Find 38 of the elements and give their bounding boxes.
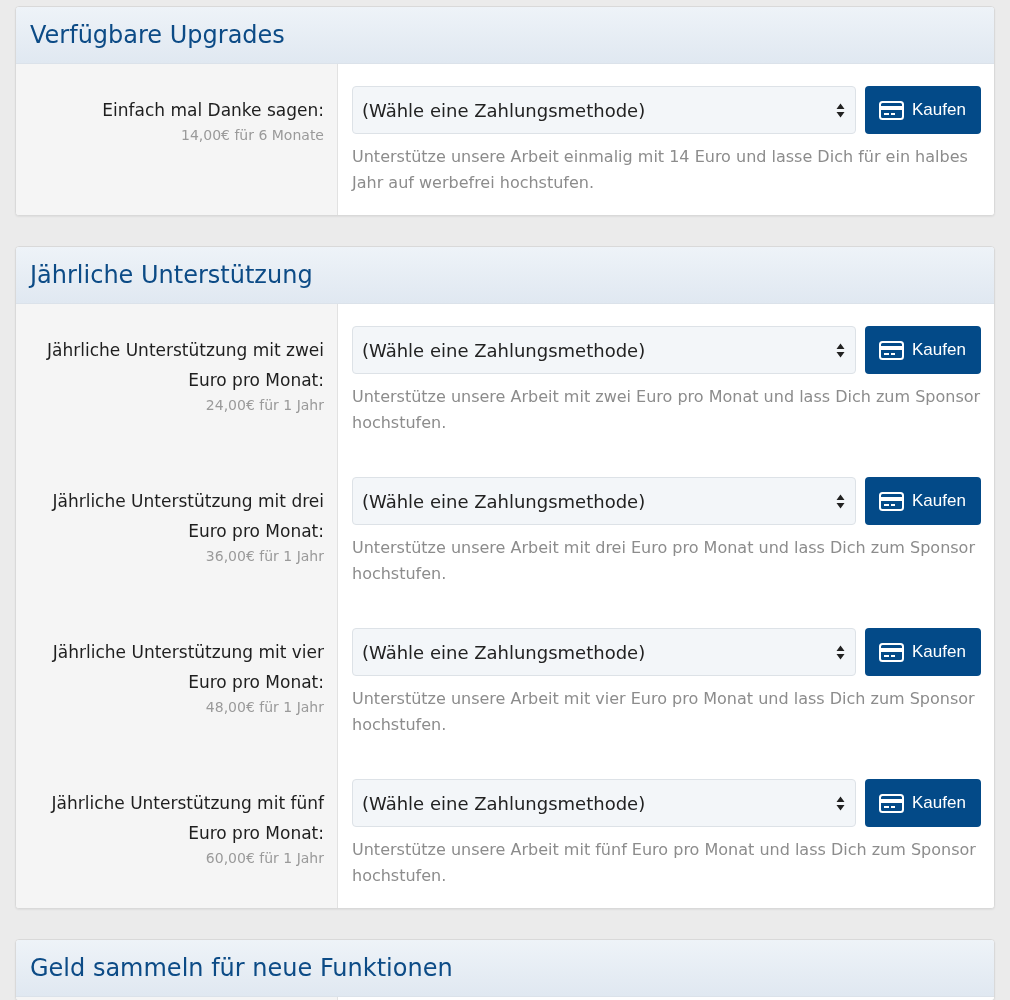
- buy-button[interactable]: Kaufen: [865, 326, 981, 374]
- offer-label: Jährliche Unterstützung mit fünf Euro pro Monat:: [49, 792, 324, 845]
- payment-method-select[interactable]: (Wähle eine Zahlungsmethode): [352, 477, 856, 525]
- credit-card-icon: [879, 793, 904, 813]
- updown-caret-icon: [836, 644, 845, 660]
- offer-description: Unterstütze unsere Arbeit mit zwei Euro pro Monat und lass Dich zum Sponsor hochstufen.: [352, 386, 981, 434]
- offer-label: Jährliche Unterstützung mit zwei Euro pro Monat:: [45, 339, 324, 392]
- credit-card-icon: [879, 340, 904, 360]
- offer-label: Jährliche Unterstützung mit drei Euro pro Monat:: [50, 490, 324, 543]
- updown-caret-icon: [836, 102, 845, 118]
- buy-button[interactable]: Kaufen: [865, 628, 981, 676]
- panel-title: Geld sammeln für neue Funktionen: [30, 954, 453, 982]
- updown-caret-icon: [836, 493, 845, 509]
- offer-description: Unterstütze unsere Arbeit mit vier Euro pro Monat und lass Dich zum Sponsor hochstufen.: [352, 688, 976, 736]
- offer-price: 36,00€ für 1 Jahr: [205, 547, 324, 566]
- panel-title: Verfügbare Upgrades: [30, 21, 285, 49]
- updown-caret-icon: [836, 342, 845, 358]
- offer-label: Jährliche Unterstützung mit vier Euro pro Monat:: [51, 641, 324, 694]
- offer-description: Unterstütze unsere Arbeit einmalig mit 14 Euro und lasse Dich für ein halbes Jahr auf werbefrei hochstufen.: [352, 146, 969, 194]
- buy-button[interactable]: Kaufen: [865, 779, 981, 827]
- offer-price: 48,00€ für 1 Jahr: [205, 698, 324, 717]
- offer-price: 24,00€ für 1 Jahr: [205, 396, 324, 415]
- credit-card-icon: [879, 100, 904, 120]
- payment-method-select[interactable]: (Wähle eine Zahlungsmethode): [352, 628, 856, 676]
- credit-card-icon: [879, 491, 904, 511]
- offer-description: Unterstütze unsere Arbeit mit drei Euro pro Monat und lass Dich zum Sponsor hochstufen.: [352, 537, 976, 585]
- offer-price: 14,00€ für 6 Monate: [181, 126, 324, 145]
- offer-label: Einfach mal Danke sagen:: [102, 99, 324, 122]
- payment-method-select[interactable]: (Wähle eine Zahlungsmethode): [352, 779, 856, 827]
- credit-card-icon: [879, 642, 904, 662]
- payment-method-select[interactable]: (Wähle eine Zahlungsmethode): [352, 86, 856, 134]
- offer-price: 60,00€ für 1 Jahr: [205, 849, 324, 868]
- buy-button[interactable]: Kaufen: [865, 477, 981, 525]
- panel-title: Jährliche Unterstützung: [30, 261, 313, 289]
- buy-button[interactable]: Kaufen: [865, 86, 981, 134]
- updown-caret-icon: [836, 795, 845, 811]
- offer-description: Unterstütze unsere Arbeit mit fünf Euro pro Monat und lass Dich zum Sponsor hochstufen.: [352, 839, 977, 887]
- payment-method-select[interactable]: (Wähle eine Zahlungsmethode): [352, 326, 856, 374]
